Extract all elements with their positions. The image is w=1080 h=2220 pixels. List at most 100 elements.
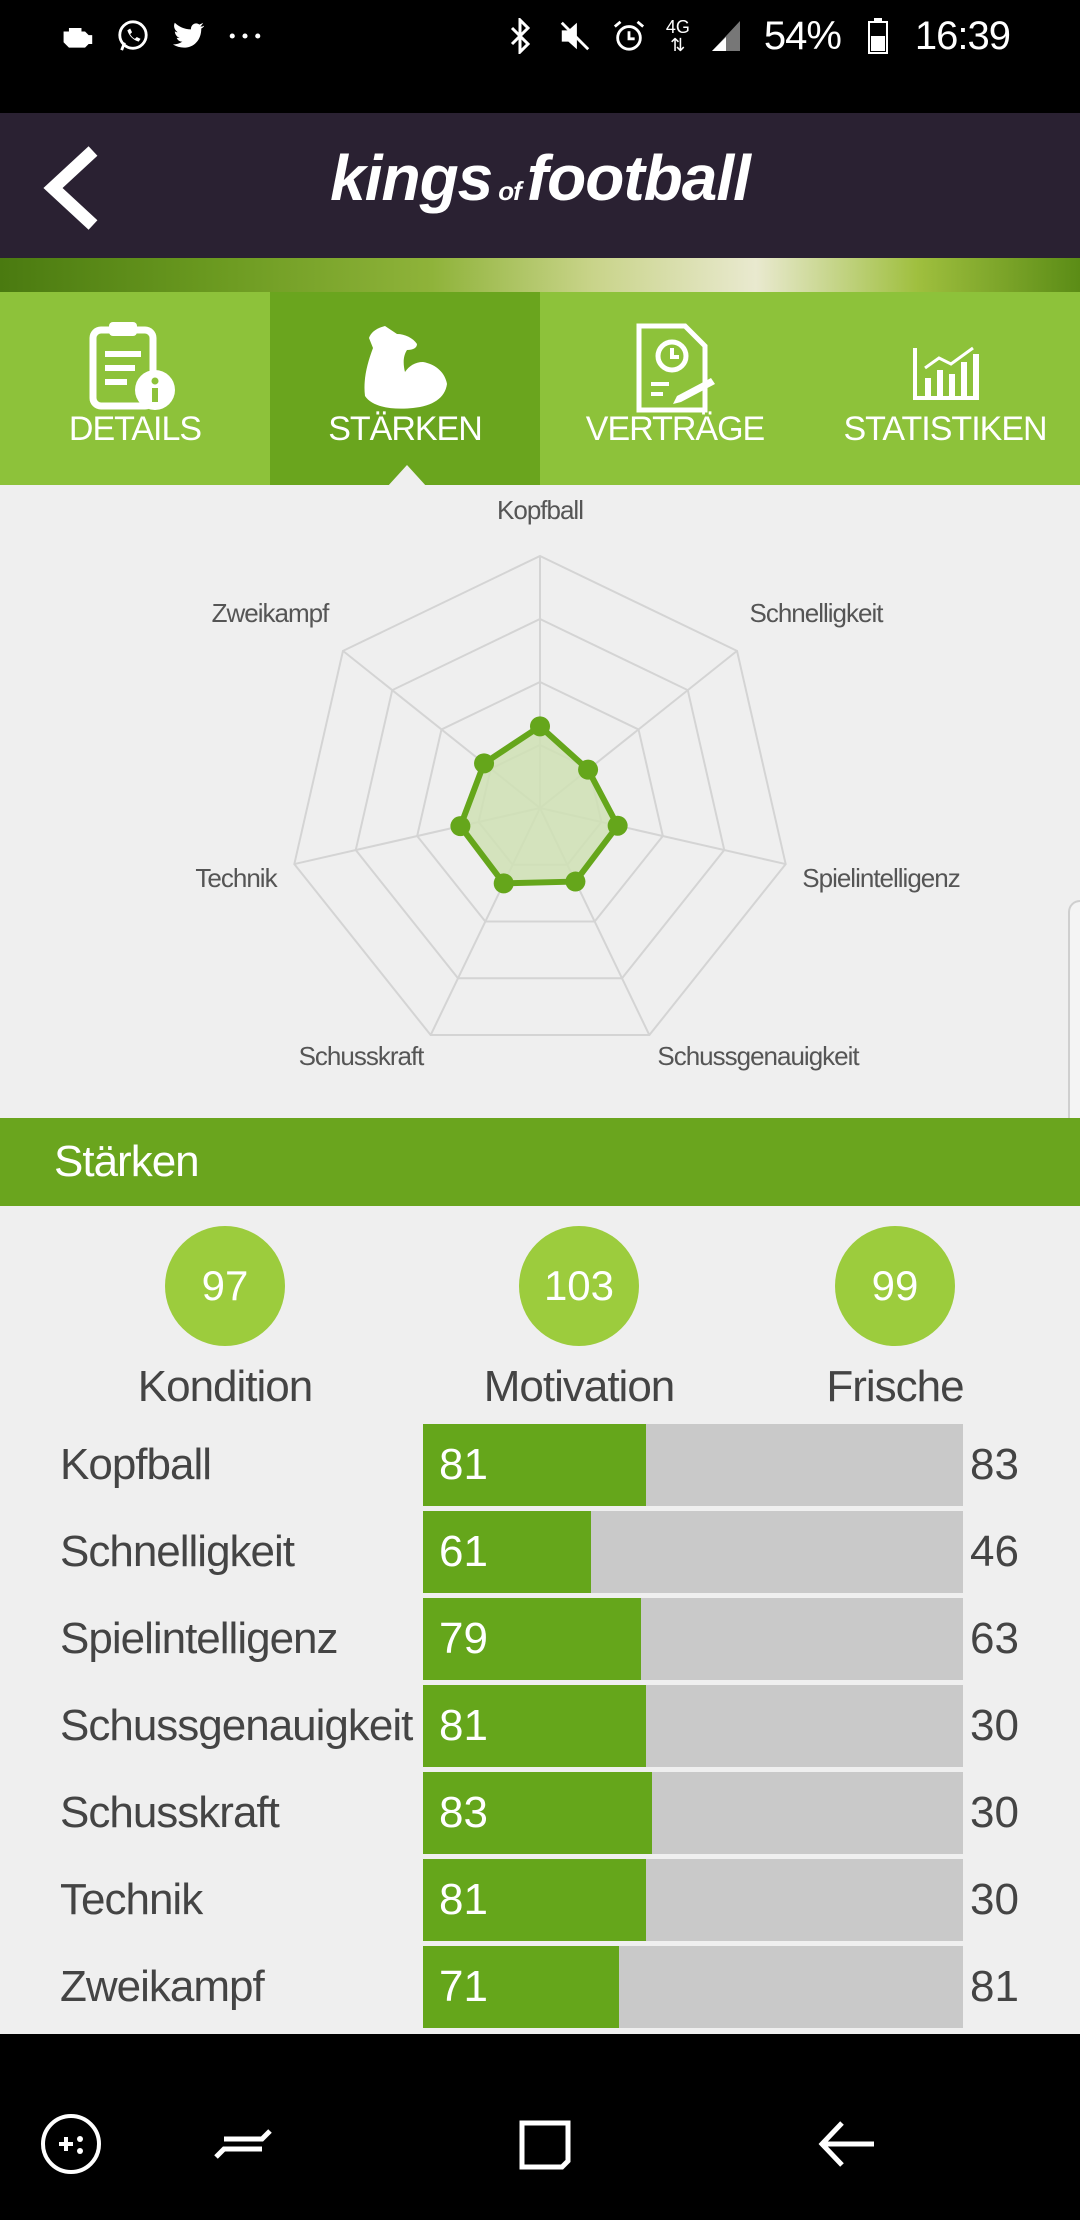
mute-icon bbox=[558, 19, 592, 53]
tab-label: STÄRKEN bbox=[328, 410, 483, 448]
radar-axis-label: Zweikampf bbox=[212, 598, 330, 628]
stat-label: Motivation bbox=[483, 1362, 676, 1411]
strength-name: Schussgenauigkeit bbox=[60, 1701, 413, 1750]
system-nav-bar bbox=[0, 2034, 1080, 2220]
tab-label: DETAILS bbox=[68, 410, 202, 448]
strength-secondary-value: 81 bbox=[970, 1962, 1019, 2011]
strength-value: 81 bbox=[439, 1440, 488, 1489]
tab-label: STATISTIKEN bbox=[843, 410, 1047, 448]
radar-point bbox=[493, 873, 514, 894]
strength-row: Kopfball 81 83 bbox=[0, 1424, 1080, 1506]
strength-value: 61 bbox=[439, 1527, 488, 1576]
home-icon[interactable] bbox=[510, 2109, 580, 2179]
app-header: kings offootball bbox=[0, 113, 1080, 258]
alarm-icon bbox=[612, 19, 646, 53]
grass-banner bbox=[0, 258, 1080, 292]
radar-chart-area: Kopfball Schnelligkeit Spielintelligenz Sch… bbox=[0, 485, 1080, 1340]
strength-bar: 79 bbox=[423, 1598, 963, 1680]
stat-kondition: 97 Kondition bbox=[75, 1226, 375, 1412]
strength-secondary-value: 46 bbox=[970, 1527, 1019, 1576]
strength-bar-fill: 61 bbox=[423, 1511, 591, 1593]
radar-axis-label: Spielintelligenz bbox=[802, 863, 959, 893]
strength-bar-fill: 79 bbox=[423, 1598, 641, 1680]
radar-point bbox=[578, 759, 599, 780]
strength-bar: 81 bbox=[423, 1424, 963, 1506]
strength-name: Technik bbox=[60, 1875, 203, 1924]
radar-point bbox=[450, 816, 471, 837]
radar-chart: Kopfball Schnelligkeit Spielintelligenz Sch… bbox=[195, 495, 960, 1071]
radar-axis-label: Schnelligkeit bbox=[750, 598, 885, 628]
strength-row: Schnelligkeit 61 46 bbox=[0, 1511, 1080, 1593]
back-icon[interactable] bbox=[812, 2109, 882, 2179]
tab-bar: DETAILS STÄRKEN VERTRÄGE STATISTIKEN bbox=[0, 292, 1080, 487]
radar-axis-label: Schussgenauigkeit bbox=[657, 1041, 860, 1071]
radar-point bbox=[530, 716, 550, 737]
strength-name: Kopfball bbox=[60, 1440, 212, 1489]
more-dots-icon bbox=[228, 19, 262, 53]
strength-value: 83 bbox=[439, 1788, 488, 1837]
stat-value-circle: 99 bbox=[835, 1226, 955, 1346]
strength-bar: 81 bbox=[423, 1685, 963, 1767]
logo-of: of bbox=[498, 176, 522, 206]
status-bar: 4G ⇅ 54% 16:39 bbox=[0, 0, 1080, 72]
strength-bar: 83 bbox=[423, 1772, 963, 1854]
logo-kings: kings bbox=[330, 142, 493, 214]
strength-name: Schnelligkeit bbox=[60, 1527, 295, 1576]
tab-statistiken[interactable]: STATISTIKEN bbox=[810, 292, 1080, 485]
radar-axis-label: Schusskraft bbox=[299, 1041, 426, 1071]
strength-row: Schussgenauigkeit 81 30 bbox=[0, 1685, 1080, 1767]
strengths-panel: 97 Kondition 103 Motivation 99 Frische K… bbox=[0, 1206, 1080, 2034]
tab-details[interactable]: DETAILS bbox=[0, 292, 270, 485]
signal-icon bbox=[710, 19, 744, 53]
stat-frische: 99 Frische bbox=[745, 1226, 1045, 1412]
radar-series-area bbox=[457, 723, 621, 887]
tab-staerken[interactable]: STÄRKEN bbox=[270, 292, 540, 487]
strength-bar-fill: 81 bbox=[423, 1859, 646, 1941]
tab-vertraege[interactable]: VERTRÄGE bbox=[540, 292, 810, 485]
strength-bar-fill: 81 bbox=[423, 1685, 646, 1767]
radar-point bbox=[607, 815, 628, 836]
strength-row: Zweikampf 71 81 bbox=[0, 1946, 1080, 2028]
stat-label: Frische bbox=[826, 1362, 964, 1411]
radar-point bbox=[565, 871, 586, 892]
strength-row: Spielintelligenz 79 63 bbox=[0, 1598, 1080, 1680]
document-info-icon bbox=[89, 322, 175, 410]
active-tab-pointer bbox=[387, 465, 427, 487]
radar-axis-label: Kopfball bbox=[497, 495, 583, 525]
strength-bar: 81 bbox=[423, 1859, 963, 1941]
stat-value-circle: 103 bbox=[519, 1226, 639, 1346]
bar-chart-icon bbox=[913, 346, 979, 400]
strength-name: Spielintelligenz bbox=[60, 1614, 339, 1663]
recent-apps-icon[interactable] bbox=[208, 2109, 278, 2179]
strength-row: Technik 81 30 bbox=[0, 1859, 1080, 1941]
section-title: Stärken bbox=[0, 1118, 1080, 1206]
strength-secondary-value: 30 bbox=[970, 1875, 1019, 1924]
strength-name: Zweikampf bbox=[60, 1962, 265, 2011]
battery-icon bbox=[861, 18, 895, 54]
strength-bar-fill: 83 bbox=[423, 1772, 652, 1854]
strength-secondary-value: 30 bbox=[970, 1701, 1019, 1750]
strength-secondary-value: 30 bbox=[970, 1788, 1019, 1837]
clock: 16:39 bbox=[914, 13, 1011, 58]
strength-secondary-value: 83 bbox=[970, 1440, 1019, 1489]
radar-axis-label: Technik bbox=[195, 863, 278, 893]
strength-bar-fill: 81 bbox=[423, 1424, 646, 1506]
radar-point bbox=[474, 753, 495, 774]
stat-value-circle: 97 bbox=[165, 1226, 285, 1346]
strength-value: 81 bbox=[439, 1875, 488, 1924]
strength-value: 71 bbox=[439, 1962, 488, 2011]
tab-label: VERTRÄGE bbox=[585, 410, 765, 448]
strength-bar: 61 bbox=[423, 1511, 963, 1593]
game-launcher-icon[interactable] bbox=[36, 2109, 106, 2179]
logo-football: football bbox=[526, 142, 751, 214]
strength-bar-fill: 71 bbox=[423, 1946, 619, 2028]
app-logo: kings offootball bbox=[0, 141, 1080, 215]
strength-name: Schusskraft bbox=[60, 1788, 280, 1837]
strength-bar: 71 bbox=[423, 1946, 963, 2028]
twitter-icon bbox=[172, 19, 206, 53]
flexed-bicep-icon bbox=[364, 326, 447, 409]
strength-value: 79 bbox=[439, 1614, 488, 1663]
whatsapp-icon bbox=[116, 19, 150, 53]
engine-icon bbox=[60, 19, 94, 53]
stat-label: Kondition bbox=[137, 1362, 313, 1411]
